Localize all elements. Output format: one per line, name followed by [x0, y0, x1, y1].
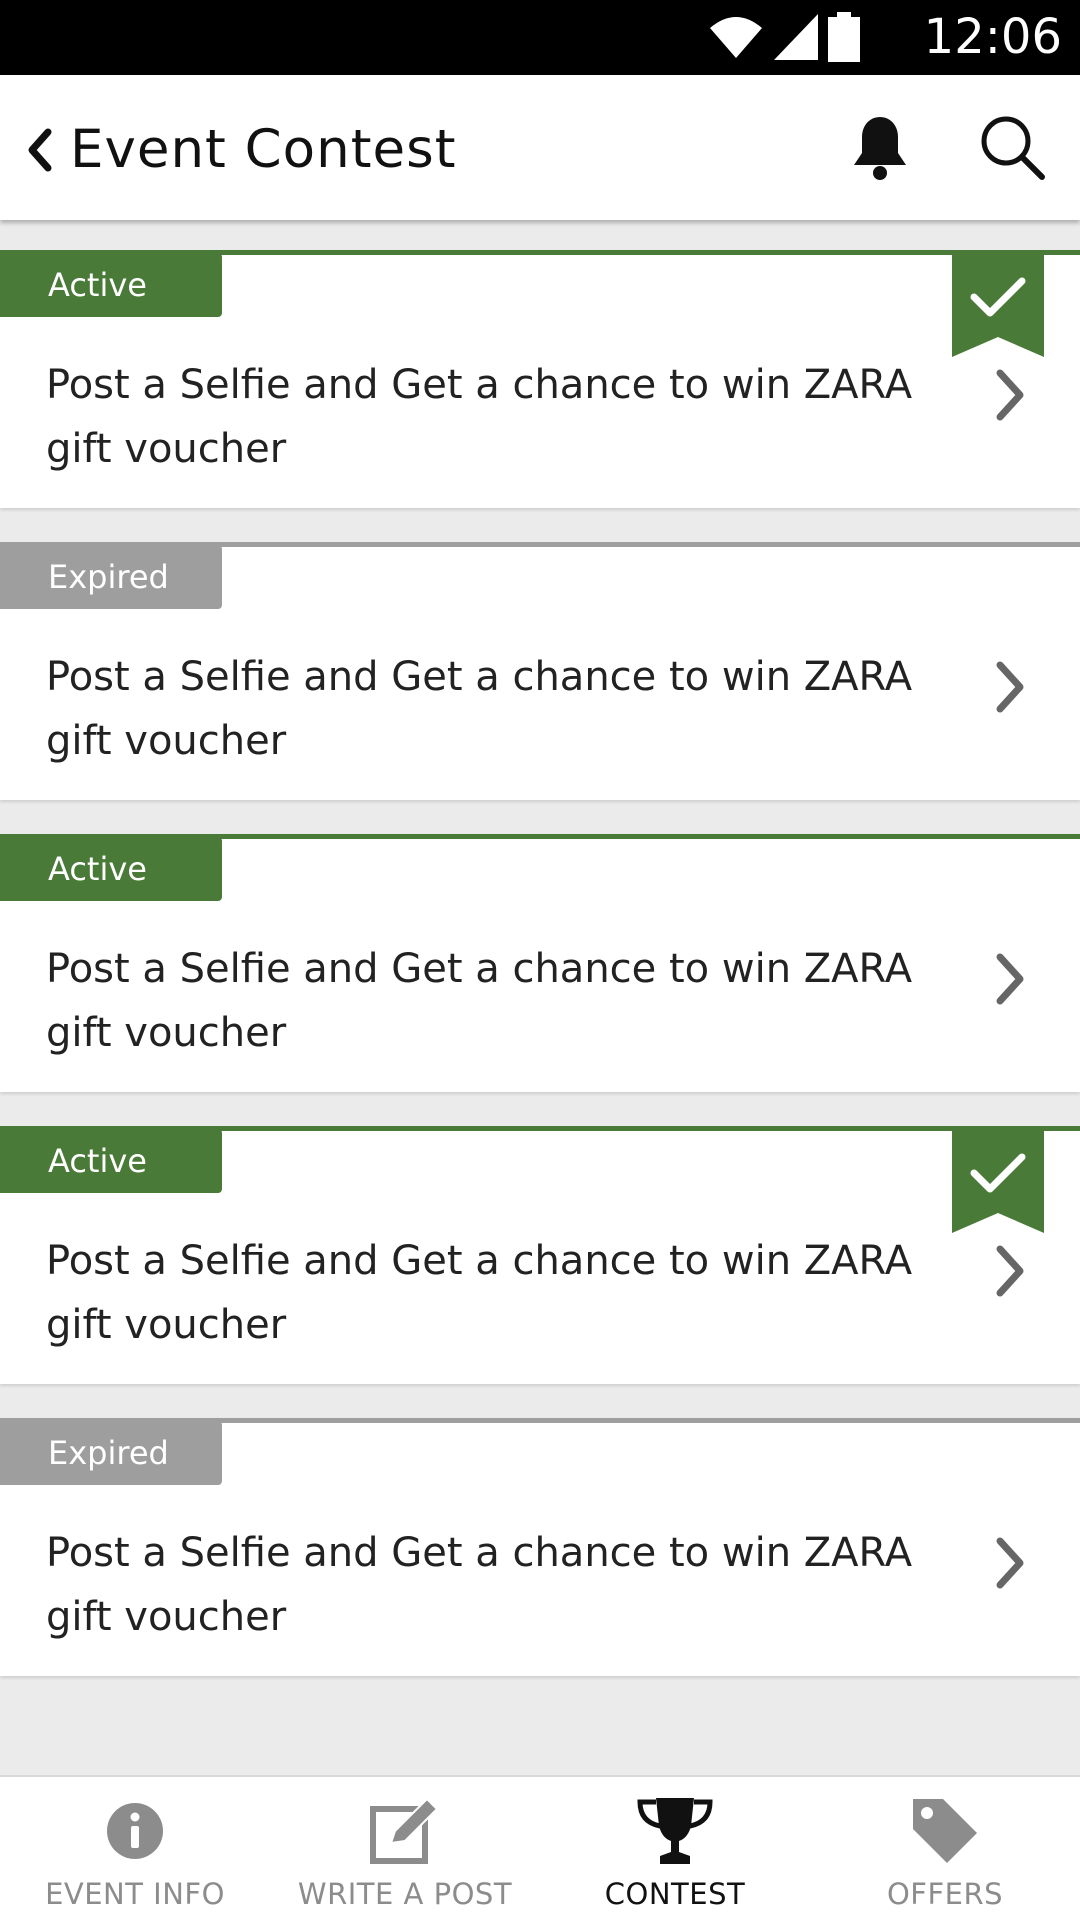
contest-title: Post a Selfie and Get a chance to win ZA…	[46, 1238, 913, 1348]
search-icon	[981, 116, 1045, 180]
search-button[interactable]	[978, 113, 1048, 183]
bottom-nav: EVENT INFO WRITE A POST CONTEST OFFERS	[0, 1775, 1080, 1920]
status-badge: Active	[0, 837, 222, 901]
contest-card[interactable]: Active Post a Selfie and Get a chance to…	[0, 1126, 1080, 1384]
signal-icon	[774, 14, 818, 60]
notifications-button[interactable]	[850, 113, 910, 183]
contest-title: Post a Selfie and Get a chance to win ZA…	[46, 362, 913, 472]
nav-label: WRITE A POST	[297, 1877, 513, 1911]
contest-title: Post a Selfie and Get a chance to win ZA…	[46, 946, 913, 1056]
nav-event-info[interactable]: EVENT INFO	[0, 1777, 270, 1920]
chevron-right-icon	[996, 369, 1024, 421]
back-arrow-icon	[28, 128, 52, 172]
nav-label: OFFERS	[886, 1877, 1004, 1911]
nav-write-a-post[interactable]: WRITE A POST	[270, 1777, 540, 1920]
edit-icon	[370, 1797, 439, 1864]
participated-check-icon	[952, 1129, 1044, 1233]
battery-icon	[828, 12, 860, 62]
nav-contest[interactable]: CONTEST	[540, 1777, 810, 1920]
status-bar: 12:06	[0, 0, 1080, 75]
nav-label: EVENT INFO	[45, 1877, 225, 1911]
page-title: Event Contest	[70, 119, 457, 180]
nav-offers[interactable]: OFFERS	[810, 1777, 1080, 1920]
status-badge: Expired	[0, 545, 222, 609]
info-icon	[107, 1803, 163, 1859]
contest-title: Post a Selfie and Get a chance to win ZA…	[46, 1530, 913, 1640]
chevron-right-icon	[996, 1245, 1024, 1297]
status-badge: Active	[0, 253, 222, 317]
nav-label: CONTEST	[604, 1877, 746, 1911]
status-badge: Active	[0, 1129, 222, 1193]
app-bar: Event Contest	[0, 75, 1080, 220]
status-badge: Expired	[0, 1421, 222, 1485]
contest-title: Post a Selfie and Get a chance to win ZA…	[46, 654, 913, 764]
contest-card[interactable]: Expired Post a Selfie and Get a chance t…	[0, 542, 1080, 800]
contest-card[interactable]: Active Post a Selfie and Get a chance to…	[0, 834, 1080, 1092]
status-icons	[708, 12, 860, 62]
contest-card[interactable]: Expired Post a Selfie and Get a chance t…	[0, 1418, 1080, 1676]
back-button[interactable]	[14, 115, 64, 185]
chevron-right-icon	[996, 953, 1024, 1005]
wifi-icon	[710, 17, 762, 58]
chevron-right-icon	[996, 661, 1024, 713]
chevron-right-icon	[996, 1537, 1024, 1589]
participated-check-icon	[952, 253, 1044, 357]
bell-icon	[854, 117, 906, 180]
tag-icon	[913, 1799, 977, 1863]
contest-card[interactable]: Active Post a Selfie and Get a chance to…	[0, 250, 1080, 508]
trophy-icon	[637, 1798, 713, 1864]
status-time: 12:06	[923, 9, 1062, 65]
